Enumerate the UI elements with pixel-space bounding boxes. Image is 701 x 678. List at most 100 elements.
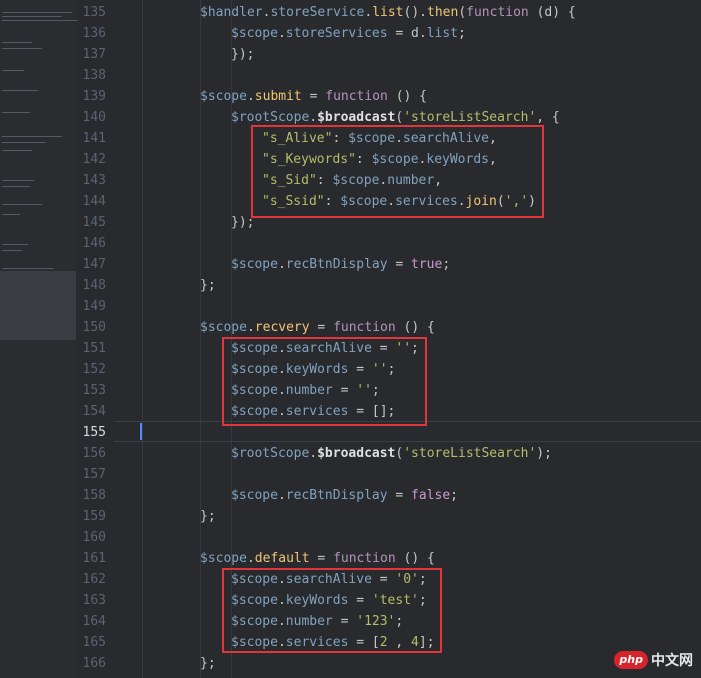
line-number: 157 (82, 467, 106, 482)
code-token: , { (536, 110, 560, 125)
code-token: function (466, 5, 529, 20)
line-number: 160 (82, 530, 106, 545)
minimap-line (2, 70, 24, 71)
code-token: recBtnDisplay (285, 257, 388, 272)
minimap-line (2, 142, 46, 143)
code-token: $scope (231, 26, 278, 41)
minimap-line (2, 186, 30, 187)
line-number: 155 (82, 425, 106, 440)
code-token: recBtnDisplay (285, 488, 388, 503)
code-token: $scope (200, 89, 247, 104)
code-token: recvery (254, 320, 310, 335)
code-line[interactable]: }); (231, 44, 254, 65)
code-token: = (387, 257, 412, 272)
minimap-line (2, 204, 42, 205)
minimap-line (2, 250, 22, 251)
code-token: . (309, 446, 318, 461)
line-number: 161 (82, 551, 106, 566)
code-line[interactable]: }; (200, 653, 216, 674)
code-token: () { (395, 320, 435, 335)
code-token: = (309, 320, 334, 335)
code-token: $rootScope (231, 446, 310, 461)
line-number: 145 (82, 215, 106, 230)
highlight-box-submit-params (251, 125, 544, 218)
line-number: 149 (82, 299, 106, 314)
code-token: 'storeListSearch' (403, 110, 537, 125)
line-number: 144 (82, 194, 106, 209)
code-token: function (333, 320, 396, 335)
line-number: 141 (82, 131, 106, 146)
line-number: 165 (82, 635, 106, 650)
code-token: = (387, 488, 412, 503)
code-token: then (427, 5, 459, 20)
line-number: 164 (82, 614, 106, 629)
line-number: 146 (82, 236, 106, 251)
line-number: 147 (82, 257, 106, 272)
code-token: storeServices (285, 26, 388, 41)
minimap[interactable] (0, 0, 78, 678)
code-token: function (333, 551, 396, 566)
code-token: }; (200, 656, 216, 671)
minimap-line (2, 42, 32, 43)
line-number: 163 (82, 593, 106, 608)
code-token: $scope (200, 320, 247, 335)
minimap-line (2, 150, 32, 151)
watermark-site-name: 中文网 (651, 653, 693, 669)
code-token: default (254, 551, 310, 566)
line-number: 156 (82, 446, 106, 461)
code-token: . (246, 551, 255, 566)
line-number: 166 (82, 656, 106, 671)
line-number: 153 (82, 383, 106, 398)
line-number: 148 (82, 278, 106, 293)
line-number: 138 (82, 68, 106, 83)
code-line[interactable]: $rootScope.$broadcast('storeListSearch')… (231, 443, 552, 464)
code-token: submit (254, 89, 302, 104)
indent-guide (142, 0, 143, 678)
code-line[interactable]: $scope.recBtnDisplay = false; (231, 485, 458, 506)
minimap-line (2, 244, 28, 245)
code-token: () { (387, 89, 428, 104)
code-line[interactable]: $scope.submit = function () { (200, 86, 427, 107)
code-token: function (325, 89, 388, 104)
code-token: . (277, 26, 286, 41)
code-token: }; (200, 278, 216, 293)
minimap-line (2, 214, 20, 215)
code-token: (d) { (528, 5, 576, 20)
code-line[interactable]: $scope.recvery = function () { (200, 317, 435, 338)
minimap-line (2, 48, 42, 49)
php-logo: php (614, 651, 648, 669)
code-token: 'storeListSearch' (403, 446, 537, 461)
line-number: 140 (82, 110, 106, 125)
code-token: $broadcast (317, 110, 396, 125)
code-token: ); (536, 446, 552, 461)
code-token: () { (395, 551, 435, 566)
code-line[interactable]: }; (200, 275, 216, 296)
line-number: 154 (82, 404, 106, 419)
highlight-box-recvery-resets (222, 337, 427, 426)
code-line[interactable]: $handler.storeService.list().then(functi… (200, 2, 576, 23)
line-number: 158 (82, 488, 106, 503)
code-token: (). (403, 5, 427, 20)
code-token: storeService (270, 5, 365, 20)
code-token: }); (231, 47, 255, 62)
code-line[interactable]: }; (200, 506, 216, 527)
line-number: 136 (82, 26, 106, 41)
minimap-line (2, 16, 62, 17)
code-token: false (411, 488, 451, 503)
code-token: ; (442, 257, 451, 272)
minimap-viewport[interactable] (0, 271, 76, 340)
code-token: ; (450, 488, 458, 503)
code-line[interactable]: $scope.storeServices = d.list; (231, 23, 466, 44)
code-line[interactable]: $scope.recBtnDisplay = true; (231, 254, 450, 275)
text-caret (140, 423, 142, 440)
code-token: = d. (387, 26, 427, 41)
line-number: 152 (82, 362, 106, 377)
line-number-gutter: 135 136 137 138 139 140 141 142 143 144 145 146 147 1… (76, 0, 114, 678)
code-line[interactable]: $scope.default = function () { (200, 548, 435, 569)
code-token: . (309, 110, 318, 125)
code-token: $broadcast (317, 446, 396, 461)
highlight-box-default-values (222, 568, 442, 653)
minimap-line (2, 20, 78, 21)
code-token: . (246, 89, 255, 104)
line-number: 137 (82, 47, 106, 62)
